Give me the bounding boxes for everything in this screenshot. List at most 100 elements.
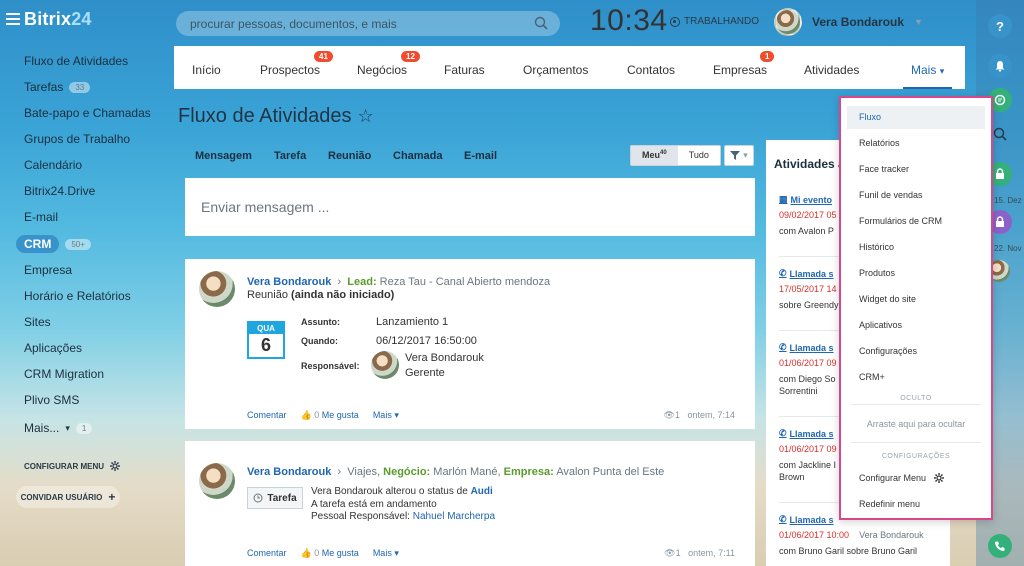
filter-meu-button[interactable]: Meu40 — [631, 146, 678, 165]
sidebar-item-more[interactable]: Mais... ▾ 1 — [24, 421, 93, 435]
tab-empresas[interactable]: Empresas 1 — [713, 51, 775, 77]
avatar[interactable] — [371, 351, 399, 379]
tab-mais[interactable]: Mais ▾ — [902, 63, 953, 89]
responsible-label: Pessoal Responsável: — [311, 511, 410, 522]
sidebar-item-drive[interactable]: Bitrix24.Drive — [24, 184, 95, 198]
tab-atividades[interactable]: Atividades — [804, 63, 859, 77]
sidebar-item-crm-migration[interactable]: CRM Migration — [24, 367, 104, 381]
menu-item-aplicativos[interactable]: Aplicativos — [859, 320, 902, 330]
filter-button[interactable]: ▾ — [724, 145, 754, 166]
feed-post: Vera Bondarouk › Viajes, Negócio: Marlón… — [185, 441, 755, 566]
post-time: ontem, 7:11 — [688, 548, 735, 558]
composer-tab-task[interactable]: Tarefa — [274, 150, 306, 162]
sidebar-item-crm[interactable]: CRM 50+ — [16, 235, 91, 253]
gear-icon — [934, 473, 945, 483]
avatar[interactable] — [199, 271, 235, 307]
menu-item-historico[interactable]: Histórico — [859, 242, 894, 252]
menu-item-formularios-crm[interactable]: Formulários de CRM — [859, 216, 942, 226]
activity-title: Llamada s — [789, 514, 834, 525]
reset-menu-item[interactable]: Redefinir menu — [859, 499, 920, 509]
tab-orcamentos[interactable]: Orçamentos — [523, 63, 588, 77]
sidebar-item-label: Calendário — [24, 158, 83, 172]
activity-item[interactable]: ✆ Llamada s 17/05/2017 14 sobre Greendy — [779, 268, 839, 311]
composer-tab-message[interactable]: Mensagem — [195, 150, 252, 162]
responsible-link[interactable]: Vera Bondarouk — [405, 352, 484, 364]
filter-tudo-button[interactable]: Tudo — [678, 146, 720, 165]
sidebar-item-plivo-sms[interactable]: Plivo SMS — [24, 393, 79, 407]
drop-zone-hint[interactable]: Arraste aqui para ocultar — [841, 419, 991, 429]
bell-icon[interactable] — [988, 54, 1012, 78]
sidebar-item-applications[interactable]: Aplicações — [24, 341, 82, 355]
menu-item-fluxo[interactable]: Fluxo — [859, 112, 881, 122]
avatar[interactable] — [199, 463, 235, 499]
menu-item-crm-plus[interactable]: CRM+ — [859, 372, 885, 382]
menu-item-widget-do-site[interactable]: Widget do site — [859, 294, 916, 304]
sidebar-item-chat[interactable]: Bate-papo e Chamadas — [24, 106, 151, 120]
eye-icon: 👁 — [664, 548, 676, 558]
sidebar-item-time-reports[interactable]: Horário e Relatórios — [24, 289, 131, 303]
menu-item-face-tracker[interactable]: Face tracker — [859, 164, 909, 174]
more-button[interactable]: Mais ▾ — [373, 410, 399, 421]
activity-item[interactable]: ✆ Llamada s 01/06/2017 10:00 Vera Bondarou… — [779, 514, 924, 557]
view-count: 1 — [674, 410, 680, 420]
work-status[interactable]: TRABALHANDO — [670, 16, 759, 27]
comment-button[interactable]: Comentar — [247, 410, 287, 421]
activity-title: Llamada s — [789, 428, 834, 439]
lead-link[interactable]: Reza Tau - Canal Abierto mendoza — [380, 276, 550, 288]
menu-item-configuracoes[interactable]: Configurações — [859, 346, 917, 356]
subject-link[interactable]: Lanzamiento 1 — [376, 316, 448, 328]
user-menu[interactable]: Vera Bondarouk ▼ — [774, 8, 923, 36]
post-time: ontem, 7:14 — [687, 410, 735, 420]
menu-item-funil-de-vendas[interactable]: Funil de vendas — [859, 190, 923, 200]
activity-item[interactable]: ▦ Mi evento 09/02/2017 05 com Avalon P — [779, 194, 837, 237]
comment-button[interactable]: Comentar — [247, 548, 287, 559]
composer-tab-email[interactable]: E-mail — [464, 150, 497, 162]
configure-menu-item[interactable]: Configurar Menu — [859, 473, 945, 483]
configure-menu-item-label: Configurar Menu — [859, 473, 927, 483]
star-icon[interactable]: ☆ — [357, 106, 373, 126]
responsible-link[interactable]: Nahuel Marcherpa — [413, 511, 495, 522]
tab-prospectos[interactable]: Prospectos 41 — [260, 51, 333, 77]
like-button[interactable]: 👍 0 Me gusta — [301, 410, 359, 421]
search-icon[interactable] — [534, 16, 548, 30]
activity-item[interactable]: ✆ Llamada s 01/06/2017 09 com Jackline I … — [779, 428, 837, 483]
menu-item-relatorios[interactable]: Relatórios — [859, 138, 900, 148]
sidebar-item-activity-stream[interactable]: Fluxo de Atividades — [24, 54, 128, 68]
sidebar-item-tasks[interactable]: Tarefas 33 — [24, 80, 91, 94]
configure-menu-button[interactable]: CONFIGURAR MENU — [24, 461, 120, 471]
sidebar-item-sites[interactable]: Sites — [24, 315, 51, 329]
tab-negocios[interactable]: Negócios 12 — [357, 51, 420, 77]
hamburger-menu-icon[interactable] — [6, 13, 20, 25]
when-label: Quando: — [301, 336, 338, 346]
more-button[interactable]: Mais ▾ — [373, 548, 399, 559]
sidebar-item-workgroups[interactable]: Grupos de Trabalho — [24, 132, 130, 146]
company-link[interactable]: Avalon Punta del Este — [556, 466, 664, 478]
tab-faturas[interactable]: Faturas — [444, 63, 485, 77]
composer-tab-call[interactable]: Chamada — [393, 150, 443, 162]
message-composer[interactable] — [185, 178, 755, 236]
tab-contatos[interactable]: Contatos — [627, 63, 675, 77]
deal-link[interactable]: Marlón Mané, — [433, 466, 500, 478]
menu-item-produtos[interactable]: Produtos — [859, 268, 895, 278]
activity-item[interactable]: ✆ Llamada s 01/06/2017 09 com Diego So So… — [779, 342, 837, 397]
search-input[interactable] — [176, 11, 560, 36]
logo[interactable]: Bitrix24 — [24, 9, 92, 30]
activity-date: 09/02/2017 05 — [779, 210, 837, 220]
like-button[interactable]: 👍 0 Me gusta — [301, 548, 359, 559]
invite-users-button[interactable]: CONVIDAR USUÁRIO + — [16, 486, 120, 508]
help-icon[interactable]: ? — [988, 14, 1012, 38]
activity-date: 17/05/2017 14 — [779, 284, 837, 294]
plus-icon: + — [108, 490, 116, 504]
sidebar-item-company[interactable]: Empresa — [24, 263, 72, 277]
message-input[interactable] — [185, 178, 755, 236]
author-link[interactable]: Vera Bondarouk — [247, 466, 331, 478]
tab-inicio[interactable]: Início — [192, 63, 221, 77]
like-label: Me gusta — [321, 410, 359, 420]
composer-tab-meeting[interactable]: Reunião — [328, 150, 371, 162]
author-link[interactable]: Vera Bondarouk — [247, 276, 331, 288]
task-link[interactable]: Audi — [471, 486, 493, 497]
sidebar-item-calendar[interactable]: Calendário — [24, 158, 82, 172]
phone-icon[interactable] — [988, 534, 1012, 558]
sidebar-item-email[interactable]: E-mail — [24, 210, 58, 224]
search-box[interactable] — [176, 11, 560, 36]
